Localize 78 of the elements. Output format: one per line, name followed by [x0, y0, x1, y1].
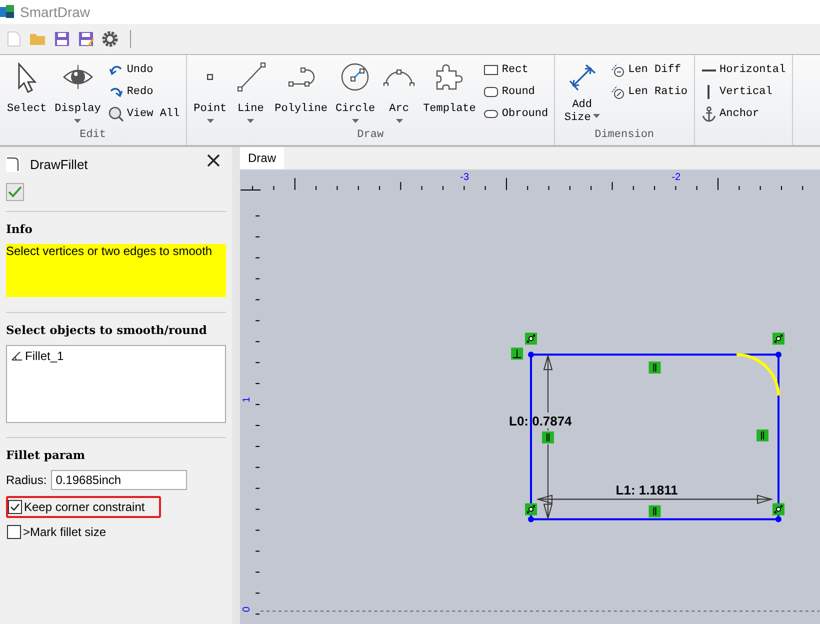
- constraint-marker[interactable]: [648, 505, 661, 518]
- group-label: Draw: [357, 129, 384, 141]
- rounded-rectangle-icon: [482, 86, 499, 98]
- ribbon-button[interactable]: View All: [106, 105, 182, 123]
- checkmark-icon: [10, 502, 20, 512]
- constraint-marker[interactable]: [542, 431, 554, 444]
- checkbox-option[interactable]: Keep corner constraint: [6, 496, 161, 518]
- ribbon-button[interactable]: Vertical: [698, 83, 788, 101]
- length-ratio-icon: [609, 84, 626, 100]
- field-label: Radius:: [6, 473, 47, 487]
- point-icon: [207, 74, 214, 80]
- dimension-arrow-icon: [568, 63, 596, 91]
- ribbon-button[interactable]: Select: [4, 59, 50, 129]
- dimension-label: L1: 1.1811: [616, 482, 678, 498]
- ribbon-button[interactable]: Point: [190, 59, 230, 129]
- ribbon-button[interactable]: Anchor: [698, 105, 788, 123]
- confirm-button[interactable]: [6, 183, 24, 201]
- ribbon-button[interactable]: Template: [420, 59, 479, 129]
- angle-icon: [11, 351, 23, 361]
- ribbon-button[interactable]: Add Size: [559, 59, 606, 129]
- obround-icon: [482, 109, 499, 119]
- ruler-label: 0: [242, 606, 253, 612]
- ruler-label: 1: [242, 396, 253, 402]
- radius-field[interactable]: 0.19685inch: [50, 470, 187, 490]
- ribbon-button[interactable]: Obround: [480, 105, 550, 123]
- close-icon: [207, 154, 220, 167]
- ribbon-button[interactable]: Polyline: [272, 59, 330, 129]
- fillet-corner-icon: [6, 156, 20, 172]
- horizontal-line-icon: [702, 68, 716, 72]
- ribbon-button[interactable]: Len Diff: [607, 61, 690, 79]
- constraint-marker[interactable]: [772, 332, 784, 345]
- constraint-marker[interactable]: [756, 429, 768, 442]
- save-icon[interactable]: [52, 29, 72, 49]
- circle-icon: [340, 62, 370, 92]
- checkbox-option[interactable]: >Mark fillet size: [6, 522, 112, 542]
- section-heading: Fillet param: [6, 448, 86, 462]
- group-label: Edit: [80, 129, 106, 141]
- dimension-label: L0: 0.7874: [509, 413, 572, 428]
- polyline-icon: [287, 67, 316, 87]
- app-logo-icon: [0, 5, 14, 19]
- ruler-label: -3: [460, 172, 470, 183]
- ribbon-button[interactable]: Round: [480, 83, 550, 101]
- constraint-marker[interactable]: [525, 503, 537, 516]
- ruler-label: -2: [672, 172, 681, 183]
- ribbon-button[interactable]: Rect: [480, 61, 550, 79]
- ribbon-button[interactable]: Len Ratio: [607, 83, 690, 101]
- rectangle-icon: [482, 64, 499, 76]
- arc-icon: [383, 68, 416, 86]
- anchor-icon: [700, 106, 717, 122]
- puzzle-piece-icon: [435, 64, 464, 90]
- constraint-marker[interactable]: [525, 332, 537, 345]
- section-heading: Select objects to smooth/round: [6, 323, 207, 337]
- constraint-marker[interactable]: [772, 503, 784, 516]
- group-label: Dimension: [594, 129, 654, 141]
- panel-title: DrawFillet: [30, 156, 88, 172]
- line-icon: [236, 62, 266, 92]
- ribbon-button[interactable]: Line: [232, 59, 270, 129]
- info-message: Select vertices or two edges to smooth: [6, 244, 226, 297]
- rectangle-shape[interactable]: [528, 352, 782, 522]
- list-item[interactable]: Fillet_1: [11, 349, 64, 363]
- ribbon-button[interactable]: Arc: [380, 59, 418, 129]
- ribbon-button[interactable]: Undo: [106, 61, 182, 79]
- ribbon-button[interactable]: Circle: [332, 59, 378, 129]
- dimension-line[interactable]: [536, 494, 774, 504]
- save-as-icon[interactable]: [76, 29, 96, 49]
- section-heading: Info: [6, 222, 32, 236]
- ribbon-button[interactable]: Display: [52, 59, 104, 129]
- ribbon-button[interactable]: Redo: [106, 83, 182, 101]
- magnifier-icon: [108, 106, 124, 122]
- constraint-marker[interactable]: [511, 348, 524, 360]
- window-title: SmartDraw: [20, 4, 90, 20]
- constraint-marker[interactable]: [648, 362, 661, 374]
- length-difference-icon: [609, 62, 626, 78]
- settings-icon[interactable]: [100, 29, 120, 49]
- fillet-arc[interactable]: [736, 353, 780, 396]
- vertical-line-icon: [707, 85, 710, 99]
- tab[interactable]: Draw: [240, 147, 284, 169]
- ribbon-button[interactable]: Horizontal: [698, 61, 788, 79]
